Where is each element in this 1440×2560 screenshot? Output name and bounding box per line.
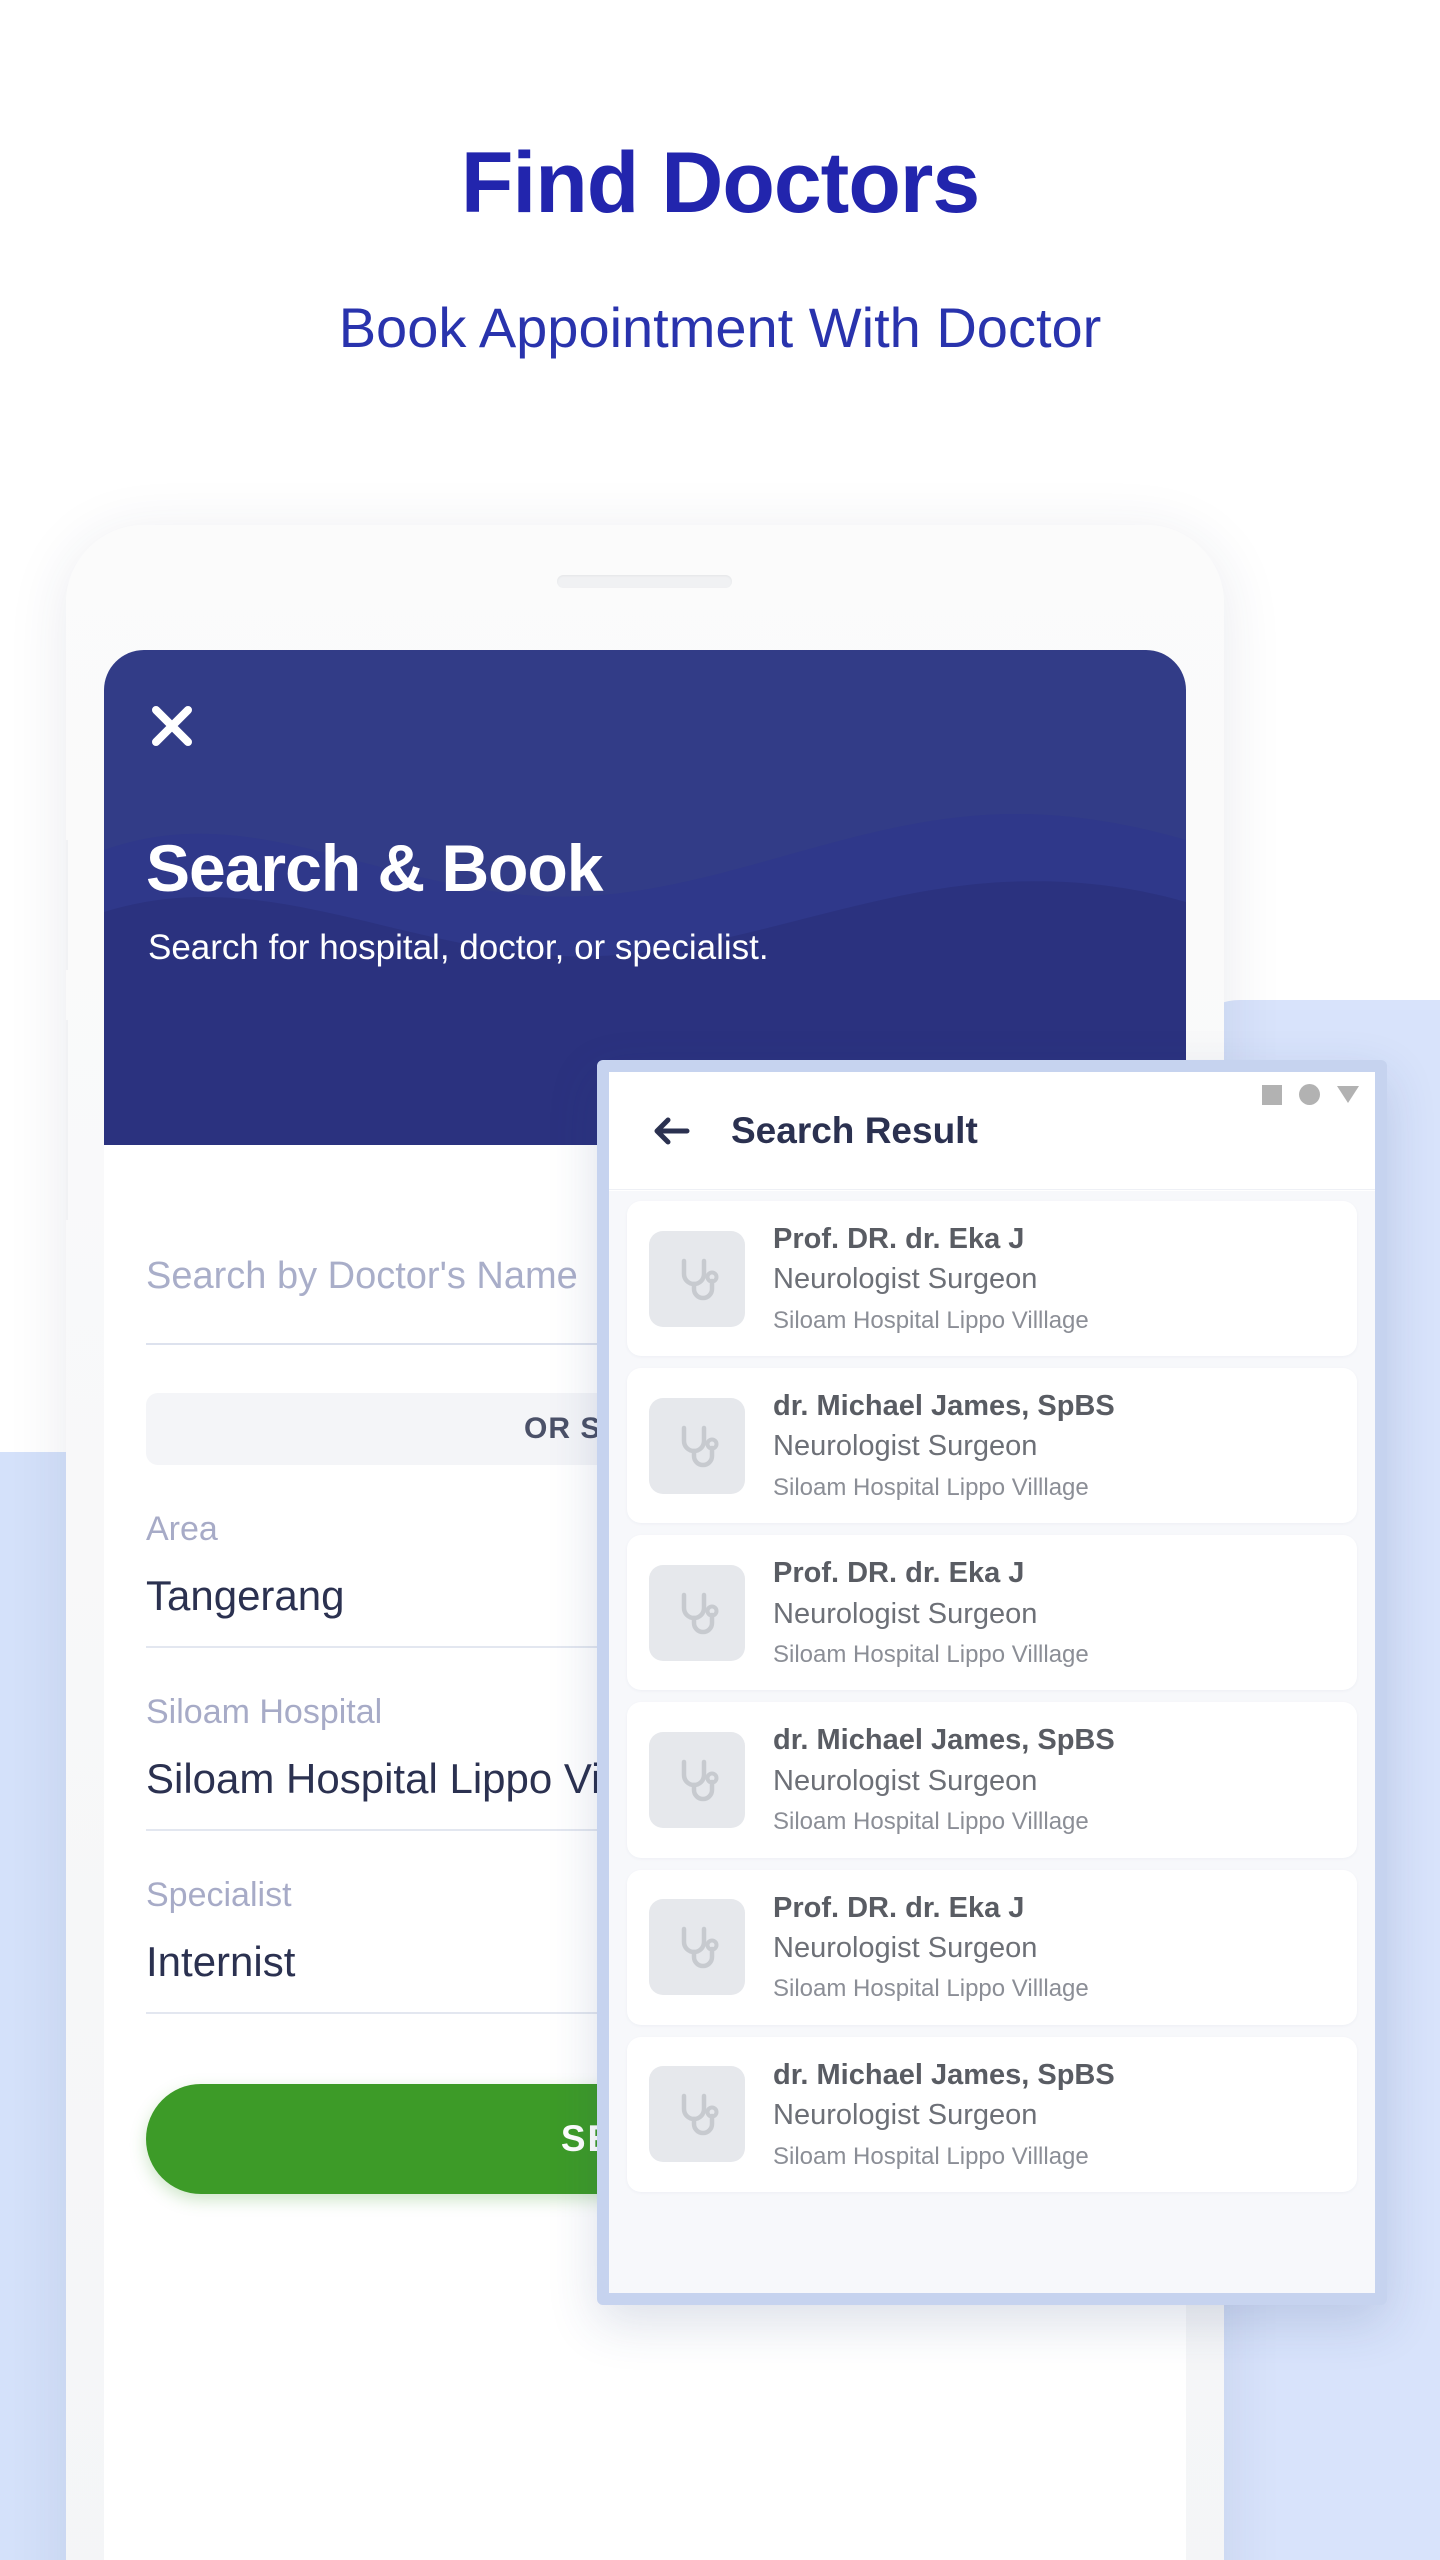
stethoscope-icon bbox=[649, 1230, 745, 1327]
app-header-subtitle: Search for hospital, doctor, or speciali… bbox=[148, 928, 769, 967]
circle-icon[interactable] bbox=[1299, 1084, 1320, 1105]
list-item[interactable]: dr. Michael James, SpBS Neurologist Surg… bbox=[627, 2036, 1357, 2192]
stethoscope-icon bbox=[649, 1899, 745, 1996]
app-header-title: Search & Book bbox=[146, 831, 603, 905]
doctor-name: Prof. DR. dr. Eka J bbox=[773, 1223, 1025, 1255]
search-result-panel: Search Result Prof. DR. dr. Eka J Neurol… bbox=[597, 1060, 1387, 2305]
doctor-name: dr. Michael James, SpBS bbox=[773, 2058, 1115, 2091]
list-item-info: dr. Michael James, SpBS Neurologist Surg… bbox=[773, 2057, 1115, 2172]
stethoscope-icon bbox=[649, 2066, 745, 2163]
list-item[interactable]: dr. Michael James, SpBS Neurologist Surg… bbox=[627, 1368, 1357, 1524]
doctor-specialty: Neurologist Surgeon bbox=[773, 1263, 1038, 1296]
doctor-specialty: Neurologist Surgeon bbox=[773, 1931, 1038, 1964]
list-item-info: Prof. DR. dr. Eka J Neurologist Surgeon … bbox=[773, 1890, 1089, 2005]
page-subtitle: Book Appointment With Doctor bbox=[338, 296, 1102, 359]
list-item[interactable]: Prof. DR. dr. Eka J Neurologist Surgeon … bbox=[627, 1869, 1357, 2025]
doctor-specialty: Neurologist Surgeon bbox=[773, 1430, 1038, 1463]
result-list[interactable]: Prof. DR. dr. Eka J Neurologist Surgeon … bbox=[609, 1191, 1375, 2293]
screenshot-root: Find Doctors Book Appointment With Docto… bbox=[0, 0, 1440, 2560]
doctor-hospital: Siloam Hospital Lippo Villlage bbox=[773, 2142, 1089, 2170]
list-item-info: Prof. DR. dr. Eka J Neurologist Surgeon … bbox=[773, 1555, 1089, 1670]
list-item-info: Prof. DR. dr. Eka J Neurologist Surgeon … bbox=[773, 1221, 1089, 1336]
list-item-info: dr. Michael James, SpBS Neurologist Surg… bbox=[773, 1722, 1115, 1837]
doctor-specialty: Neurologist Surgeon bbox=[773, 1597, 1038, 1630]
doctor-name: Prof. DR. dr. Eka J bbox=[773, 1557, 1025, 1590]
list-item[interactable]: dr. Michael James, SpBS Neurologist Surg… bbox=[627, 1702, 1357, 1858]
doctor-hospital: Siloam Hospital Lippo Villlage bbox=[773, 1641, 1089, 1669]
triangle-down-icon[interactable] bbox=[1337, 1086, 1359, 1103]
list-item[interactable]: Prof. DR. dr. Eka J Neurologist Surgeon … bbox=[627, 1201, 1357, 1357]
doctor-hospital: Siloam Hospital Lippo Villlage bbox=[773, 1975, 1089, 2003]
stethoscope-icon bbox=[649, 1397, 745, 1494]
doctor-hospital: Siloam Hospital Lippo Villlage bbox=[773, 1474, 1089, 1502]
result-panel-topbar: Search Result bbox=[609, 1072, 1375, 1190]
doctor-specialty: Neurologist Surgeon bbox=[773, 1764, 1038, 1797]
phone-speaker bbox=[557, 575, 732, 588]
window-controls bbox=[1262, 1084, 1359, 1105]
list-item-info: dr. Michael James, SpBS Neurologist Surg… bbox=[773, 1388, 1115, 1503]
page-title: Find Doctors bbox=[460, 135, 980, 231]
doctor-name: Prof. DR. dr. Eka J bbox=[773, 1891, 1025, 1924]
square-icon[interactable] bbox=[1262, 1084, 1282, 1105]
close-icon[interactable] bbox=[144, 698, 200, 754]
doctor-hospital: Siloam Hospital Lippo Villlage bbox=[773, 1808, 1089, 1836]
phone-power-button bbox=[66, 1020, 68, 1220]
doctor-hospital: Siloam Hospital Lippo Villlage bbox=[773, 1306, 1089, 1334]
doctor-search-placeholder: Search by Doctor's Name bbox=[146, 1255, 578, 1297]
doctor-name: dr. Michael James, SpBS bbox=[773, 1724, 1115, 1757]
back-arrow-icon[interactable] bbox=[649, 1109, 693, 1153]
phone-volume-button bbox=[66, 840, 68, 970]
stethoscope-icon bbox=[649, 1731, 745, 1828]
list-item[interactable]: Prof. DR. dr. Eka J Neurologist Surgeon … bbox=[627, 1535, 1357, 1691]
doctor-name: dr. Michael James, SpBS bbox=[773, 1390, 1115, 1423]
stethoscope-icon bbox=[649, 1564, 745, 1661]
result-panel-title: Search Result bbox=[731, 1109, 978, 1151]
doctor-specialty: Neurologist Surgeon bbox=[773, 2098, 1038, 2131]
